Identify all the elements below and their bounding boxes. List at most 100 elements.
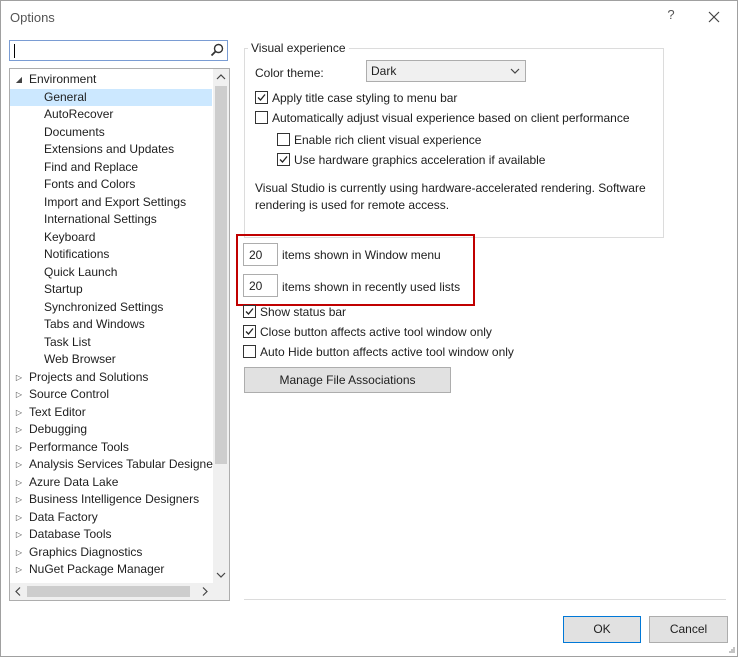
collapsed-arrow-icon[interactable]: ▷ (14, 386, 24, 403)
scroll-up-button[interactable] (213, 69, 229, 86)
collapsed-arrow-icon[interactable]: ▷ (14, 369, 24, 386)
tree-item[interactable]: ▷ Text Editor (10, 404, 212, 421)
collapsed-arrow-icon[interactable]: ▷ (14, 474, 24, 491)
checkbox-box[interactable] (243, 325, 256, 338)
tree-item[interactable]: ▷ Data Factory (10, 509, 212, 526)
tree-item-label: Fonts and Colors (44, 177, 136, 191)
tree-item-label: Tabs and Windows (44, 317, 145, 331)
tree-item[interactable]: ▷ Analysis Services Tabular Designer (10, 456, 217, 473)
tree-item[interactable]: Tabs and Windows (10, 316, 212, 333)
tree-item[interactable]: ▷ Performance Tools (10, 439, 212, 456)
tree-horizontal-scrollbar[interactable] (10, 583, 229, 600)
tree-item[interactable]: ▷ Debugging (10, 421, 212, 438)
color-theme-label: Color theme: (255, 66, 324, 80)
scroll-left-button[interactable] (10, 583, 27, 600)
tree-item-label: Analysis Services Tabular Designer (29, 457, 217, 471)
tree-item[interactable]: ◢ Environment (10, 71, 212, 88)
collapsed-arrow-icon[interactable]: ▷ (14, 544, 24, 561)
tree-item[interactable]: Quick Launch (10, 264, 212, 281)
search-box[interactable] (9, 40, 228, 61)
checkbox-box[interactable] (277, 133, 290, 146)
title-case-label: Apply title case styling to menu bar (272, 91, 458, 105)
tree-item-label: Text Editor (29, 404, 86, 419)
tree-item[interactable]: Web Browser (10, 351, 212, 368)
help-button[interactable]: ? (663, 7, 679, 27)
collapsed-arrow-icon[interactable]: ▷ (14, 439, 24, 456)
search-input[interactable] (16, 42, 210, 61)
search-icon[interactable] (210, 43, 224, 57)
tree-item[interactable]: Fonts and Colors (10, 176, 212, 193)
checkbox-box[interactable] (243, 345, 256, 358)
tree-item[interactable]: Startup (10, 281, 212, 298)
chevron-down-icon (216, 572, 226, 578)
scroll-down-button[interactable] (213, 566, 229, 583)
tree-item-label: General (44, 89, 87, 104)
tree-item[interactable]: Synchronized Settings (10, 299, 212, 316)
status-bar-label: Show status bar (260, 305, 347, 319)
color-theme-dropdown[interactable]: Dark (366, 60, 526, 82)
tree-vertical-scrollbar[interactable] (213, 69, 229, 583)
collapsed-arrow-icon[interactable]: ▷ (14, 491, 24, 508)
tree-item[interactable]: Notifications (10, 246, 212, 263)
tree-item-label: Startup (44, 282, 83, 296)
collapsed-arrow-icon[interactable]: ▷ (14, 526, 24, 543)
tree-item[interactable]: General (10, 88, 212, 106)
resize-grip-icon[interactable] (728, 646, 736, 654)
chevron-up-icon (216, 74, 226, 80)
tree-item[interactable]: ▷ Database Tools (10, 526, 212, 543)
group-label: Visual experience (248, 41, 349, 55)
window-menu-count-label: items shown in Window menu (282, 248, 441, 262)
collapsed-arrow-icon[interactable]: ▷ (14, 509, 24, 526)
tree-item-label: Data Factory (29, 509, 98, 524)
collapsed-arrow-icon[interactable]: ▷ (14, 456, 24, 473)
tree-item-label: Import and Export Settings (44, 194, 187, 209)
tree-item[interactable]: Find and Replace (10, 159, 212, 176)
tree-item[interactable]: Extensions and Updates (10, 141, 212, 158)
tree-item-label: Azure Data Lake (29, 474, 119, 489)
close-button-label: Close button affects active tool window … (260, 325, 492, 339)
options-tree[interactable]: ◢ Environment General AutoRecover Documents E… (9, 68, 230, 601)
tree-item-label: Web Browser (44, 352, 116, 366)
window-title: Options (10, 10, 55, 25)
tree-item[interactable]: ▷ Graphics Diagnostics (10, 544, 212, 561)
tree-item-label: Source Control (29, 387, 110, 401)
checkbox-box[interactable] (255, 111, 268, 124)
checkbox-box[interactable] (243, 305, 256, 318)
tree-item-label: Synchronized Settings (44, 299, 164, 314)
tree-item[interactable]: International Settings (10, 211, 212, 228)
tree-item[interactable]: Import and Export Settings (10, 194, 212, 211)
tree-item[interactable]: AutoRecover (10, 106, 212, 123)
scrollbar-thumb[interactable] (215, 86, 227, 464)
checkbox-box[interactable] (255, 91, 268, 104)
collapsed-arrow-icon[interactable]: ▷ (14, 561, 24, 578)
tree-item-label: NuGet Package Manager (29, 562, 165, 576)
tree-item-label: Keyboard (44, 229, 96, 244)
tree-item[interactable]: ▷ Source Control (10, 386, 212, 403)
cancel-button[interactable]: Cancel (649, 616, 728, 643)
manage-file-associations-button[interactable]: Manage File Associations (244, 367, 451, 393)
recent-lists-count-input[interactable]: 20 (243, 274, 278, 297)
tree-item[interactable]: Keyboard (10, 229, 212, 246)
tree-item[interactable]: ▷ NuGet Package Manager (10, 561, 212, 578)
window-menu-count-input[interactable]: 20 (243, 243, 278, 266)
options-dialog: Options ? ◢ Environment General AutoRecover… (0, 0, 738, 657)
ok-button[interactable]: OK (563, 616, 641, 643)
tree-item[interactable]: Task List (10, 334, 212, 351)
close-button[interactable] (701, 5, 727, 29)
collapsed-arrow-icon[interactable]: ▷ (14, 421, 24, 438)
tree-item[interactable]: Documents (10, 124, 212, 141)
checkbox-box[interactable] (277, 153, 290, 166)
tree-item-label: Notifications (44, 247, 110, 261)
expanded-arrow-icon[interactable]: ◢ (14, 71, 24, 88)
collapsed-arrow-icon[interactable]: ▷ (14, 404, 24, 421)
checkmark-icon (279, 156, 288, 163)
tree-item-label: Graphics Diagnostics (29, 544, 143, 559)
scrollbar-thumb[interactable] (27, 586, 190, 597)
chevron-right-icon (202, 587, 208, 596)
tree-item[interactable]: ▷ Projects and Solutions (10, 369, 212, 386)
tree-item-label: Debugging (29, 422, 88, 436)
checkmark-icon (245, 328, 254, 335)
tree-item[interactable]: ▷ Azure Data Lake (10, 474, 212, 491)
tree-item[interactable]: ▷ Business Intelligence Designers (10, 491, 212, 508)
scroll-right-button[interactable] (196, 583, 213, 600)
